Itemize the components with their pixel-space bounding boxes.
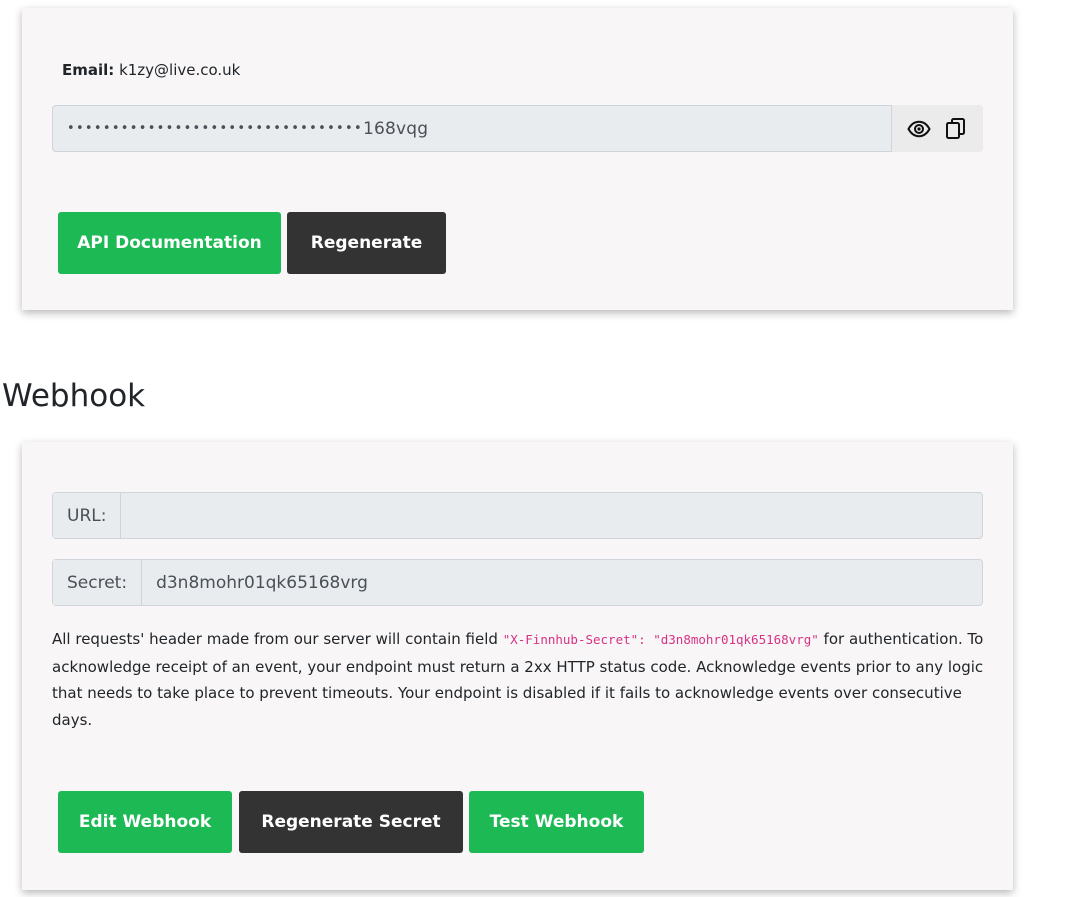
email-line: Email: k1zy@live.co.uk bbox=[62, 61, 240, 79]
webhook-card: URL: Secret: d3n8mohr01qk65168vrg All re… bbox=[22, 442, 1013, 890]
eye-icon[interactable] bbox=[904, 114, 934, 144]
api-documentation-button[interactable]: API Documentation bbox=[58, 212, 281, 274]
email-label: Email: bbox=[62, 61, 115, 79]
secret-header-code: "X-Finnhub-Secret": "d3n8mohr01qk65168vr… bbox=[502, 632, 819, 647]
webhook-description: All requests' header made from our serve… bbox=[52, 626, 987, 733]
api-key-card: Email: k1zy@live.co.uk •••••••••••••••••… bbox=[22, 8, 1013, 310]
test-webhook-button[interactable]: Test Webhook bbox=[469, 791, 644, 853]
copy-icon[interactable] bbox=[941, 114, 971, 144]
regenerate-button[interactable]: Regenerate bbox=[287, 212, 446, 274]
regenerate-secret-button[interactable]: Regenerate Secret bbox=[239, 791, 463, 853]
edit-webhook-button[interactable]: Edit Webhook bbox=[58, 791, 232, 853]
webhook-secret-group: Secret: d3n8mohr01qk65168vrg bbox=[52, 559, 983, 606]
webhook-secret-field[interactable]: d3n8mohr01qk65168vrg bbox=[142, 560, 982, 605]
api-key-suffix: 168vqg bbox=[362, 118, 429, 139]
api-key-field[interactable]: ••••••••••••••••••••••••••••••••• 168vqg bbox=[52, 105, 892, 152]
webhook-title: Webhook bbox=[2, 378, 146, 414]
api-key-group: ••••••••••••••••••••••••••••••••• 168vqg bbox=[52, 105, 983, 152]
api-key-mask: ••••••••••••••••••••••••••••••••• bbox=[67, 121, 363, 136]
webhook-url-input[interactable] bbox=[121, 493, 982, 538]
description-text-start: All requests' header made from our serve… bbox=[52, 630, 503, 648]
webhook-url-label: URL: bbox=[53, 493, 122, 538]
email-value: k1zy@live.co.uk bbox=[119, 61, 241, 79]
webhook-secret-label: Secret: bbox=[53, 560, 143, 605]
api-key-actions bbox=[892, 105, 983, 152]
webhook-url-group: URL: bbox=[52, 492, 983, 539]
